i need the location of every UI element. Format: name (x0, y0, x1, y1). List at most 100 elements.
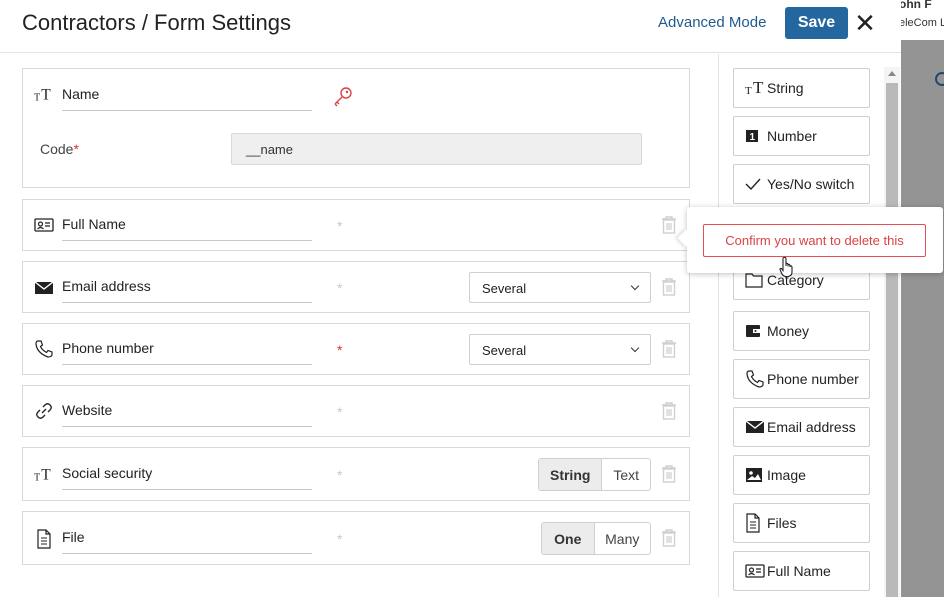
palette-item-image[interactable]: Image (733, 455, 870, 495)
code-input[interactable]: __name (231, 133, 642, 165)
palette-item-email[interactable]: Email address (733, 407, 870, 447)
palette-item-label: Image (767, 467, 806, 483)
phone-icon (34, 339, 54, 359)
field-name-label[interactable]: File (62, 529, 312, 554)
svg-text:T: T (41, 87, 51, 104)
required-toggle[interactable]: * (337, 531, 342, 547)
svg-text:T: T (41, 467, 51, 484)
chevron-down-icon (630, 343, 640, 353)
svg-text:T: T (34, 92, 40, 103)
palette-item-full-name[interactable]: Full Name (733, 551, 870, 591)
field-name-label[interactable]: Full Name (62, 216, 312, 241)
field-card-website[interactable]: Website * (22, 385, 690, 437)
key-icon[interactable] (332, 86, 354, 108)
scrollbar-thumb[interactable] (886, 83, 898, 597)
string-type-segment[interactable]: String Text (538, 458, 651, 491)
palette-item-label: Category (767, 272, 824, 288)
scroll-up-arrow-icon[interactable] (888, 71, 896, 76)
field-card-email[interactable]: Email address * Several (22, 261, 690, 313)
modal-scrim[interactable] (901, 40, 944, 597)
delete-confirm-popover: Confirm you want to delete this (687, 207, 943, 273)
hand-cursor-icon (779, 256, 795, 278)
palette-item-yes-no[interactable]: Yes/No switch (733, 164, 870, 204)
trash-icon[interactable] (661, 465, 677, 483)
select-value: Several (482, 343, 527, 358)
envelope-icon (34, 278, 54, 298)
file-icon (745, 513, 767, 533)
palette-item-label: Files (767, 515, 797, 531)
id-card-icon (745, 563, 767, 579)
field-name-label[interactable]: Social security (62, 465, 312, 490)
field-card-full-name[interactable]: Full Name * (22, 199, 690, 251)
multiplicity-select[interactable]: Several (469, 272, 651, 303)
required-toggle[interactable]: * (337, 467, 342, 483)
segment-option-one[interactable]: One (542, 523, 594, 554)
palette-item-string[interactable]: TT String (733, 68, 870, 108)
file-count-segment[interactable]: One Many (541, 522, 651, 555)
field-card-phone[interactable]: Phone number * Several (22, 323, 690, 375)
text-icon: TT (745, 79, 767, 97)
palette-item-label: String (767, 80, 804, 96)
file-icon (34, 529, 54, 549)
multiplicity-select[interactable]: Several (469, 334, 651, 365)
close-icon[interactable]: ✕ (853, 9, 877, 37)
chevron-down-icon (630, 281, 640, 291)
advanced-mode-link[interactable]: Advanced Mode (658, 14, 766, 31)
envelope-icon (745, 419, 767, 435)
text-icon: TT (34, 465, 54, 485)
required-toggle[interactable]: * (337, 342, 342, 358)
select-value: Several (482, 281, 527, 296)
trash-icon[interactable] (661, 340, 677, 358)
check-icon (745, 177, 767, 191)
palette-item-money[interactable]: Money (733, 311, 870, 351)
palette-item-label: Yes/No switch (767, 176, 855, 192)
number-icon: 1 (745, 129, 767, 143)
text-icon: TT (34, 85, 54, 105)
palette-item-label: Phone number (767, 371, 859, 387)
field-card-social-security[interactable]: TT Social security * String Text (22, 447, 690, 501)
svg-text:T: T (753, 79, 764, 97)
id-card-icon (34, 215, 54, 235)
image-icon (745, 467, 767, 483)
palette-item-label: Full Name (767, 563, 831, 579)
trash-icon[interactable] (661, 402, 677, 420)
palette-divider (718, 54, 719, 597)
save-button[interactable]: Save (785, 7, 848, 39)
field-name-label[interactable]: Email address (62, 278, 312, 303)
required-toggle[interactable]: * (337, 218, 342, 234)
form-settings-modal: Contractors / Form Settings Advanced Mod… (0, 0, 901, 597)
palette-item-files[interactable]: Files (733, 503, 870, 543)
svg-text:T: T (34, 472, 40, 483)
field-name-label[interactable]: Website (62, 402, 312, 427)
page-title: Contractors / Form Settings (22, 10, 291, 35)
svg-text:1: 1 (750, 132, 756, 143)
palette-item-phone[interactable]: Phone number (733, 359, 870, 399)
field-card-file[interactable]: File * One Many (22, 511, 690, 565)
palette-item-label: Email address (767, 419, 856, 435)
trash-icon[interactable] (661, 278, 677, 296)
palette-item-label: Money (767, 323, 810, 339)
palette-scrollbar[interactable] (884, 67, 900, 597)
background-user-name: ohn F (899, 0, 932, 11)
required-toggle[interactable]: * (337, 404, 342, 420)
trash-icon[interactable] (661, 216, 677, 234)
phone-icon (745, 369, 767, 389)
segment-option-many[interactable]: Many (593, 523, 650, 554)
svg-text:T: T (745, 85, 752, 97)
segment-option-text[interactable]: Text (601, 459, 650, 490)
confirm-delete-button[interactable]: Confirm you want to delete this (703, 224, 926, 257)
required-toggle[interactable]: * (337, 280, 342, 296)
palette-item-number[interactable]: 1 Number (733, 116, 870, 156)
modal-header: Contractors / Form Settings Advanced Mod… (0, 0, 901, 53)
segment-option-string[interactable]: String (539, 459, 602, 490)
folder-icon (745, 272, 767, 288)
field-name-label[interactable]: Phone number (62, 340, 312, 365)
wallet-icon (745, 324, 767, 338)
background-company: eleCom L (899, 17, 944, 29)
code-label: Code* (40, 141, 79, 157)
trash-icon[interactable] (661, 529, 677, 547)
field-name-label[interactable]: Name (62, 86, 312, 111)
palette-item-label: Number (767, 128, 817, 144)
link-icon (34, 401, 54, 421)
field-card-name[interactable]: TT Name Code* __name (22, 68, 690, 188)
